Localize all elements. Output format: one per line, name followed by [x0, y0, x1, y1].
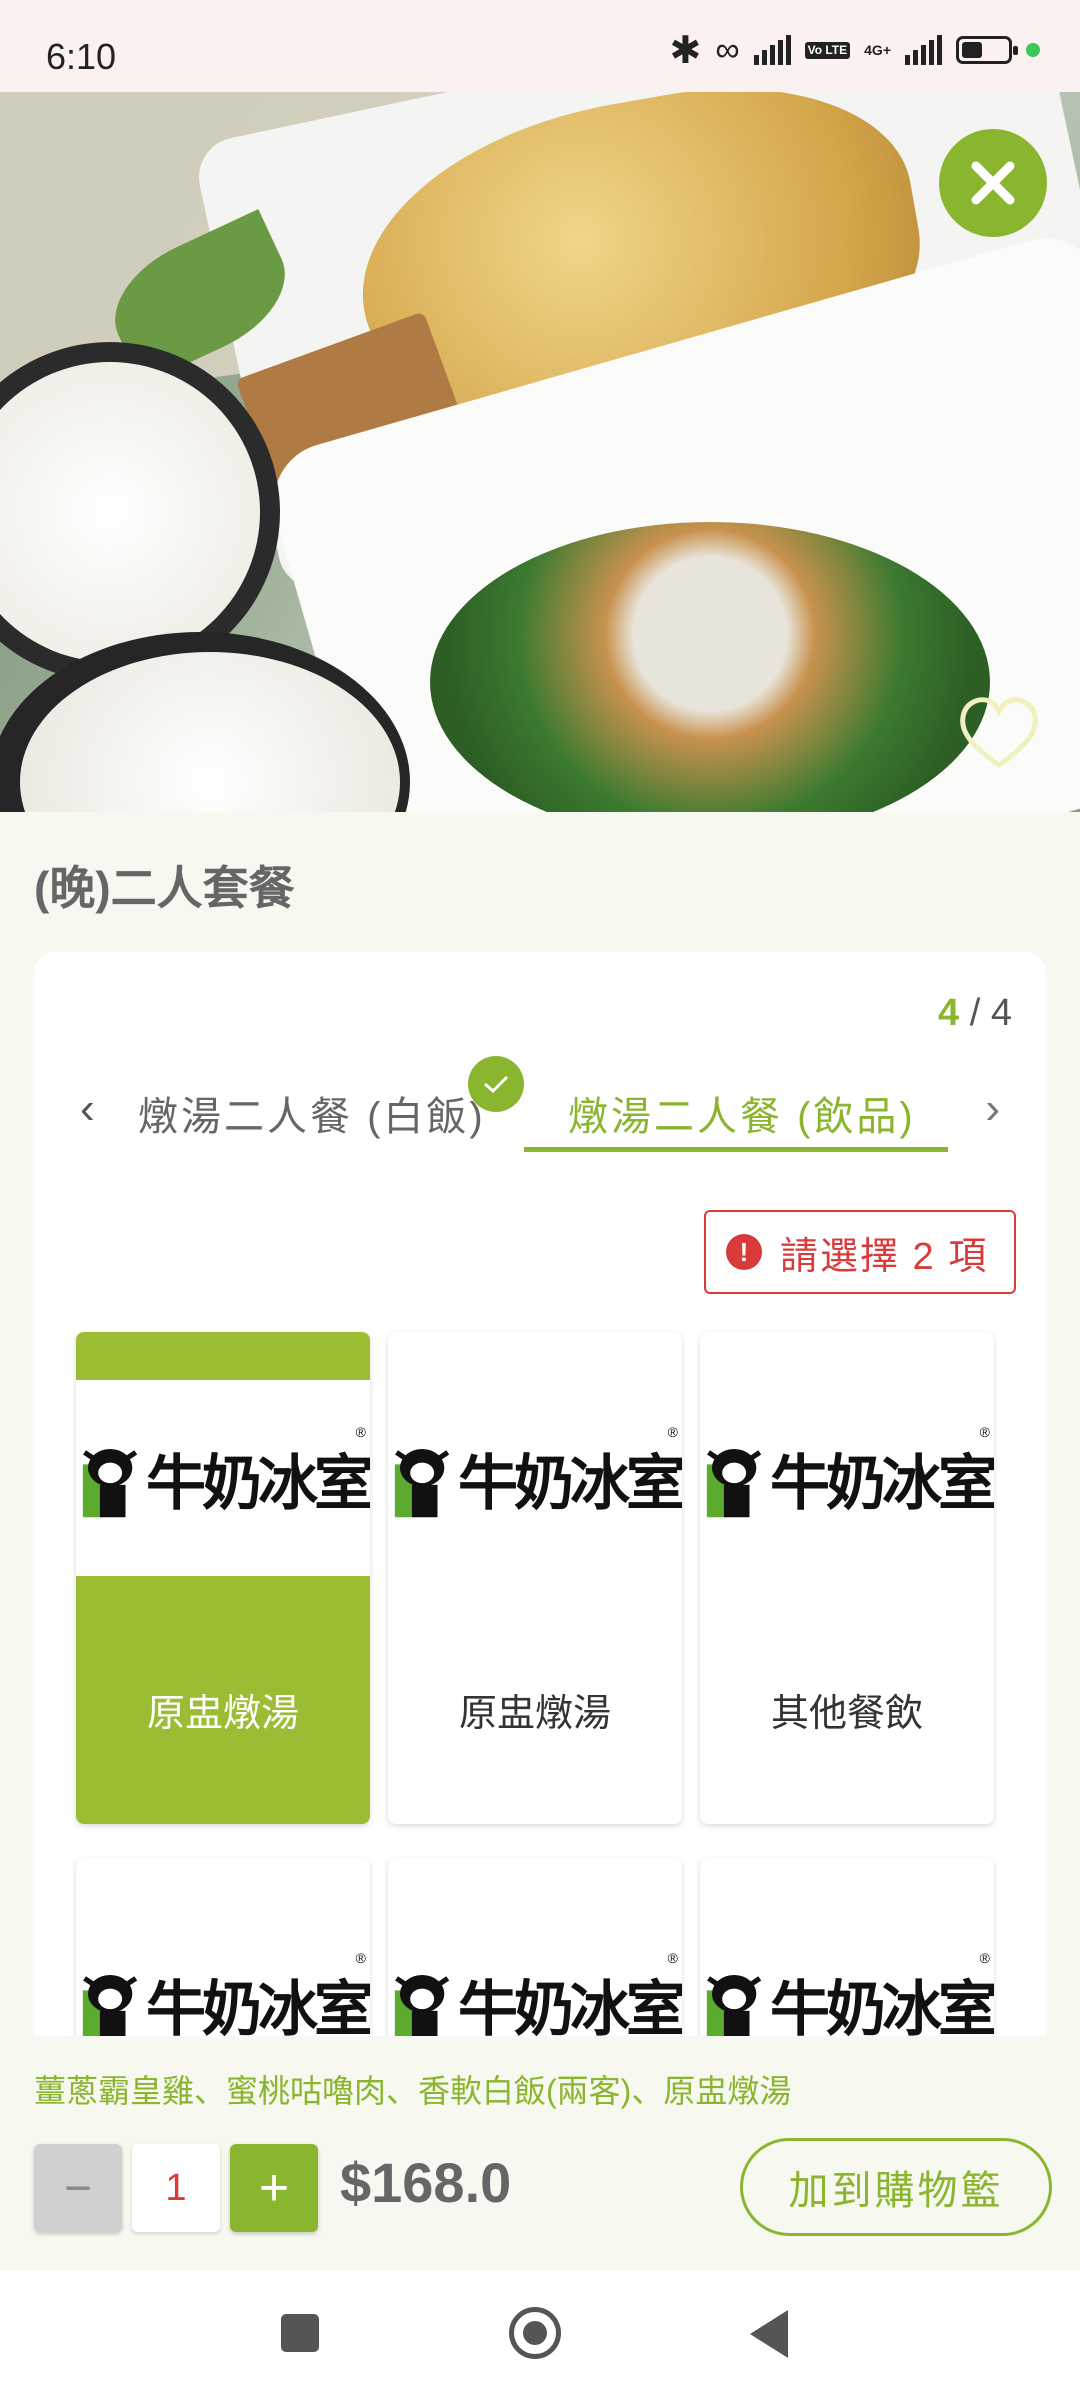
option-tile[interactable]: 牛奶冰室 ® 原盅燉湯	[76, 1332, 370, 1824]
brand-logo: 牛奶冰室 ®	[700, 1424, 994, 1528]
brand-name: 牛奶冰室	[146, 1448, 370, 1519]
tab-drinks[interactable]: 燉湯二人餐 (飲品)	[568, 1084, 916, 1142]
registered-mark: ®	[355, 1950, 366, 1966]
add-to-cart-button[interactable]: 加到購物籃	[740, 2138, 1052, 2236]
signal-icon	[753, 35, 791, 65]
active-tab-indicator	[524, 1147, 948, 1152]
close-icon	[971, 161, 1015, 205]
price: $168.0	[340, 2151, 512, 2214]
chevron-left-icon[interactable]: ‹	[80, 1084, 95, 1134]
step-current: 4	[938, 992, 960, 1034]
favorite-button[interactable]	[954, 693, 1044, 773]
increase-quantity-button[interactable]: +	[230, 2144, 318, 2232]
quantity-field[interactable]: 1	[132, 2144, 220, 2232]
brand-name: 牛奶冰室	[770, 1448, 994, 1519]
chevron-right-icon[interactable]: ›	[985, 1084, 1000, 1134]
step-total: / 4	[969, 992, 1012, 1034]
registered-mark: ®	[667, 1424, 678, 1440]
product-title: (晚)二人套餐	[34, 862, 295, 914]
option-tile[interactable]: 牛奶冰室 ®	[700, 1858, 994, 2052]
option-label: 其他餐飲	[770, 1693, 923, 1735]
option-tile[interactable]: 牛奶冰室 ®	[388, 1858, 682, 2052]
bluetooth-icon: ✱	[669, 29, 702, 72]
selection-warning: ! 請選擇 2 項	[704, 1210, 1016, 1294]
tab-rice[interactable]: 燉湯二人餐 (白飯)	[138, 1084, 486, 1142]
brand-name: 牛奶冰室	[458, 1448, 682, 1519]
status-time: 6:10	[46, 36, 117, 77]
status-icons: ✱ ∞ Vo LTE 4G+	[669, 29, 1040, 72]
cow-logo-icon	[82, 1448, 138, 1518]
check-icon	[468, 1056, 524, 1112]
home-icon[interactable]	[509, 2307, 561, 2359]
option-label: 原盅燉湯	[458, 1693, 611, 1735]
product-image	[0, 92, 1080, 812]
heart-outline-icon	[960, 697, 1038, 769]
brand-name: 牛奶冰室	[146, 1974, 370, 2045]
option-card: 4 / 4 ‹ 燉湯二人餐 (白飯) 燉湯二人餐 (飲品) › ! 請選擇 2 …	[34, 952, 1046, 2052]
recents-icon[interactable]	[281, 2314, 319, 2352]
cow-logo-icon	[706, 1448, 762, 1518]
system-nav-bar	[0, 2270, 1080, 2400]
battery-icon	[956, 36, 1018, 64]
brand-logo: 牛奶冰室 ®	[388, 1424, 682, 1528]
back-icon[interactable]	[750, 2310, 788, 2358]
brand-logo: 牛奶冰室 ®	[76, 1424, 370, 1528]
option-tile[interactable]: 牛奶冰室 ®	[76, 1858, 370, 2052]
step-counter: 4 / 4	[938, 992, 1012, 1035]
selection-summary: 薑蔥霸皇雞、蜜桃咕嚕肉、香軟白飯(兩客)、原盅燉湯	[34, 2073, 792, 2109]
registered-mark: ®	[979, 1424, 990, 1440]
signal-icon-2	[905, 35, 942, 65]
volte-icon: Vo LTE	[804, 41, 851, 59]
status-bar: 6:10 ✱ ∞ Vo LTE 4G+	[0, 0, 1080, 92]
privacy-dot-icon	[1026, 43, 1040, 57]
link-icon: ∞	[715, 30, 740, 69]
error-icon: !	[726, 1234, 762, 1270]
step-tabs: ‹ 燉湯二人餐 (白飯) 燉湯二人餐 (飲品) ›	[34, 1056, 1046, 1152]
brand-name: 牛奶冰室	[458, 1974, 682, 2045]
cow-logo-icon	[394, 1448, 450, 1518]
option-label: 原盅燉湯	[146, 1693, 299, 1735]
network-type: 4G+	[864, 42, 891, 58]
warning-text: 請選擇 2 項	[780, 1235, 989, 1278]
option-tile[interactable]: 牛奶冰室 ® 其他餐飲	[700, 1332, 994, 1824]
close-button[interactable]	[939, 129, 1047, 237]
decrease-quantity-button[interactable]: −	[34, 2144, 122, 2232]
registered-mark: ®	[667, 1950, 678, 1966]
cart-bar: 薑蔥霸皇雞、蜜桃咕嚕肉、香軟白飯(兩客)、原盅燉湯 − 1 + $168.0 加…	[0, 2036, 1080, 2270]
option-tile[interactable]: 牛奶冰室 ® 原盅燉湯	[388, 1332, 682, 1824]
brand-name: 牛奶冰室	[770, 1974, 994, 2045]
battery-level	[962, 42, 982, 58]
registered-mark: ®	[979, 1950, 990, 1966]
registered-mark: ®	[355, 1424, 366, 1440]
